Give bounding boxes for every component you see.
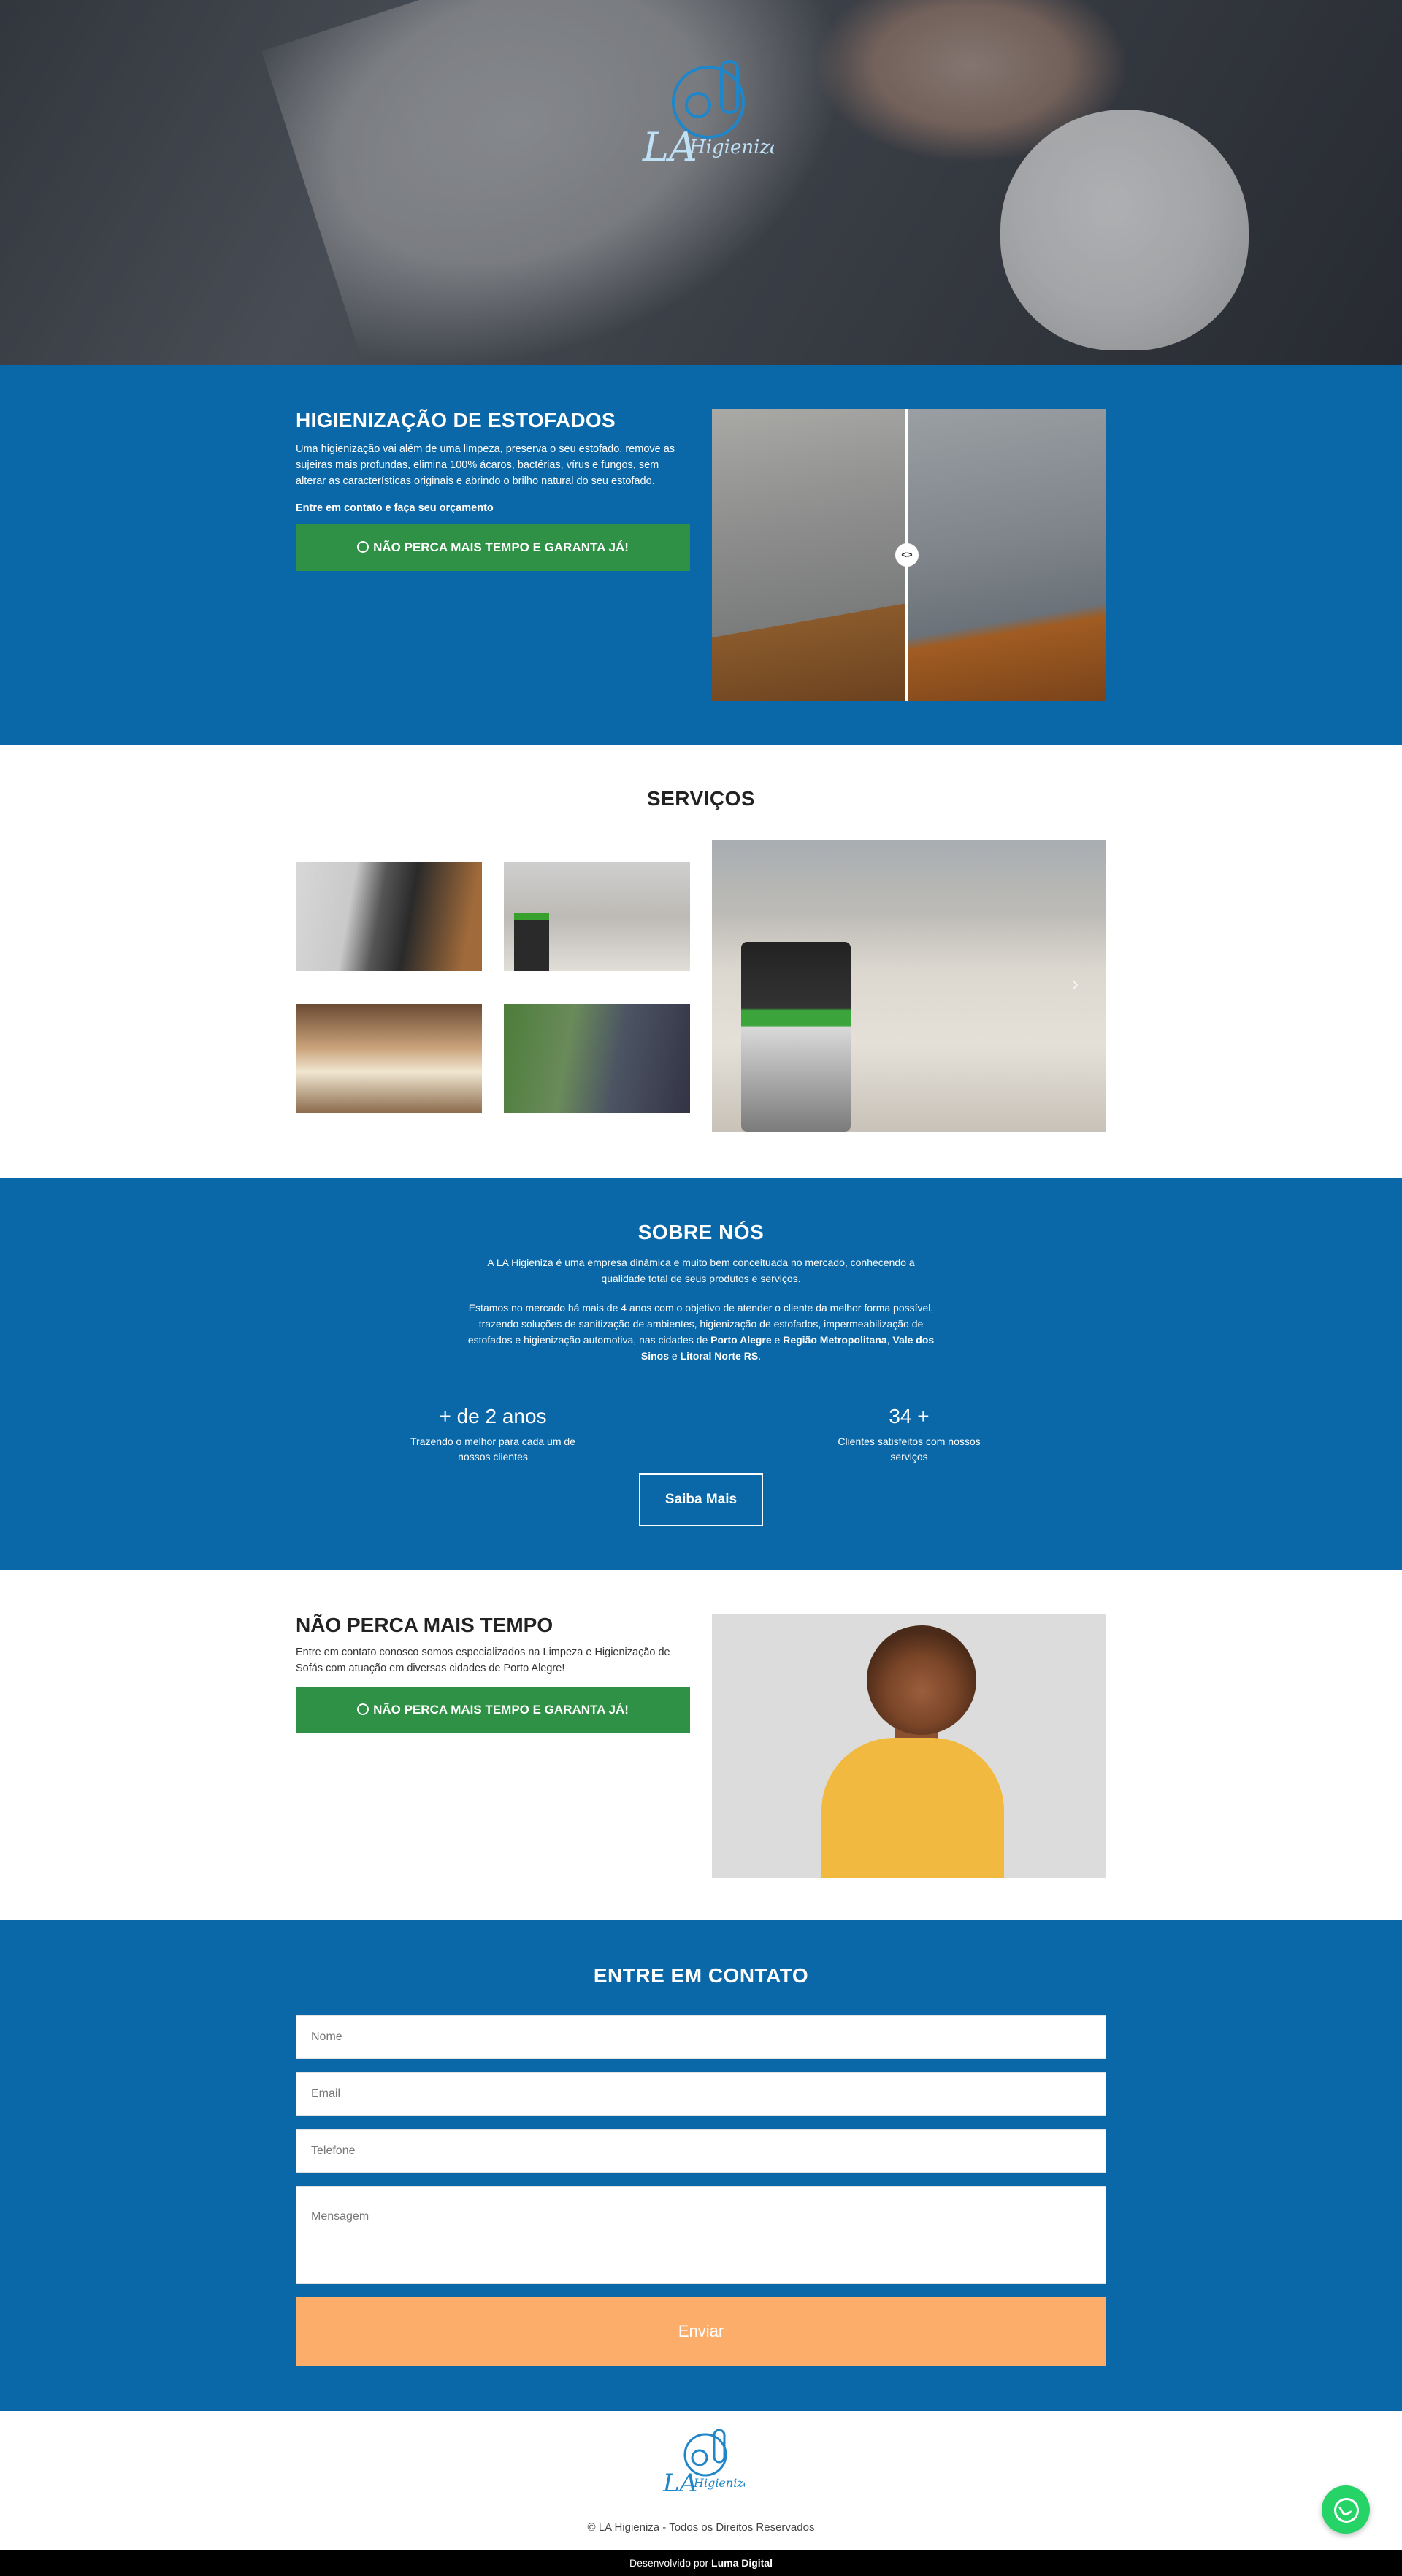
svg-text:Higieniza: Higieniza <box>693 2476 745 2490</box>
woman-body-shape <box>821 1738 1004 1878</box>
email-field[interactable]: Email <box>296 2072 1106 2116</box>
name-field[interactable]: Nome <box>296 2015 1106 2059</box>
woman-head-shape <box>867 1625 976 1735</box>
promo-section: NÃO PERCA MAIS TEMPO Entre em contato co… <box>0 1570 1402 1920</box>
whatsapp-icon <box>357 1703 369 1715</box>
stat-label: Trazendo o melhor para cada um de nossos… <box>410 1435 575 1463</box>
stat-years: + de 2 anos Trazendo o melhor para cada … <box>296 1405 690 1465</box>
contact-form: Nome Email Telefone Mensagem Enviar <box>296 2015 1106 2366</box>
whatsapp-icon <box>357 541 369 553</box>
compare-drag-handle[interactable]: <> <box>895 543 919 567</box>
whatsapp-cta-label: NÃO PERCA MAIS TEMPO E GARANTA JÁ! <box>373 540 629 554</box>
service-thumbnail-3[interactable] <box>296 1004 482 1113</box>
slider-next-arrow-icon[interactable]: › <box>1072 973 1079 995</box>
service-thumbnail-4[interactable] <box>504 1004 690 1113</box>
about-paragraph-2: Estamos no mercado há mais de 4 anos com… <box>460 1300 942 1364</box>
floating-whatsapp-button[interactable] <box>1322 2485 1370 2534</box>
services-slider[interactable]: › <box>712 840 1106 1132</box>
about-city-2: Região Metropolitana <box>783 1334 887 1346</box>
about-end: . <box>758 1350 762 1362</box>
hero-logo: LA Higieniza <box>642 60 774 170</box>
footer: LA Higieniza © LA Higieniza - Todos os D… <box>0 2411 1402 2550</box>
footer-logo: LA Higieniza <box>662 2429 750 2498</box>
about-stats: + de 2 anos Trazendo o melhor para cada … <box>296 1405 1106 1465</box>
after-image <box>908 409 1106 701</box>
svg-text:Higieniza: Higieniza <box>689 137 774 158</box>
before-image <box>712 409 908 701</box>
contact-title: ENTRE EM CONTATO <box>593 1964 809 1987</box>
about-title: SOBRE NÓS <box>637 1221 765 1243</box>
stat-value: + de 2 anos <box>439 1405 547 1427</box>
svg-text:LA: LA <box>662 2469 697 2498</box>
upholstery-description: Uma higienização vai além de uma limpeza… <box>296 443 675 487</box>
upholstery-cta-text: Entre em contato e faça seu orçamento <box>296 502 494 514</box>
contact-section: ENTRE EM CONTATO Nome Email Telefone Men… <box>0 1920 1402 2411</box>
upholstery-title: HIGIENIZAÇÃO DE ESTOFADOS <box>296 409 616 432</box>
developer-prefix: Desenvolvido por <box>629 2557 712 2569</box>
services-section: SERVIÇOS › <box>0 745 1402 1178</box>
about-sep-3: e <box>669 1350 681 1362</box>
whatsapp-cta-button[interactable]: NÃO PERCA MAIS TEMPO E GARANTA JÁ! <box>296 524 690 571</box>
upholstery-section: HIGIENIZAÇÃO DE ESTOFADOS Uma higienizaç… <box>0 365 1402 745</box>
service-thumbnail-2[interactable] <box>504 862 690 971</box>
about-sep-1: e <box>771 1334 784 1346</box>
services-thumbnails <box>296 840 690 1132</box>
send-button[interactable]: Enviar <box>296 2297 1106 2366</box>
service-thumbnail-1[interactable] <box>296 862 482 971</box>
happy-woman-image <box>712 1614 1106 1878</box>
promo-description: Entre em contato conosco somos especiali… <box>296 1647 670 1674</box>
copyright-text: © LA Higieniza - Todos os Direitos Reser… <box>587 2521 815 2534</box>
phone-field[interactable]: Telefone <box>296 2129 1106 2173</box>
developer-bar: Desenvolvido por Luma Digital <box>0 2550 1402 2576</box>
about-paragraph-1: A LA Higieniza é uma empresa dinâmica e … <box>487 1257 915 1284</box>
promo-title: NÃO PERCA MAIS TEMPO <box>296 1614 553 1636</box>
promo-text: NÃO PERCA MAIS TEMPO Entre em contato co… <box>296 1614 690 1878</box>
vacuum-machine-image <box>741 942 851 1132</box>
promo-button-label: NÃO PERCA MAIS TEMPO E GARANTA JÁ! <box>373 1703 629 1717</box>
stat-clients: 34 + Clientes satisfeitos com nossos ser… <box>712 1405 1106 1465</box>
about-city-4: Litoral Norte RS <box>680 1350 759 1362</box>
stat-value: 34 + <box>889 1405 930 1427</box>
developer-link[interactable]: Luma Digital <box>711 2557 773 2569</box>
stat-label: Clientes satisfeitos com nossos serviços <box>838 1435 981 1463</box>
services-title: SERVIÇOS <box>646 787 756 810</box>
learn-more-button[interactable]: Saiba Mais <box>639 1473 763 1526</box>
upholstery-text: HIGIENIZAÇÃO DE ESTOFADOS Uma higienizaç… <box>296 409 690 701</box>
hero-banner: LA Higieniza <box>0 0 1402 365</box>
promo-whatsapp-button[interactable]: NÃO PERCA MAIS TEMPO E GARANTA JÁ! <box>296 1687 690 1733</box>
about-city-1: Porto Alegre <box>710 1334 772 1346</box>
message-field[interactable]: Mensagem <box>296 2186 1106 2284</box>
about-section: SOBRE NÓS A LA Higieniza é uma empresa d… <box>0 1178 1402 1570</box>
before-after-slider[interactable]: <> <box>712 409 1106 701</box>
